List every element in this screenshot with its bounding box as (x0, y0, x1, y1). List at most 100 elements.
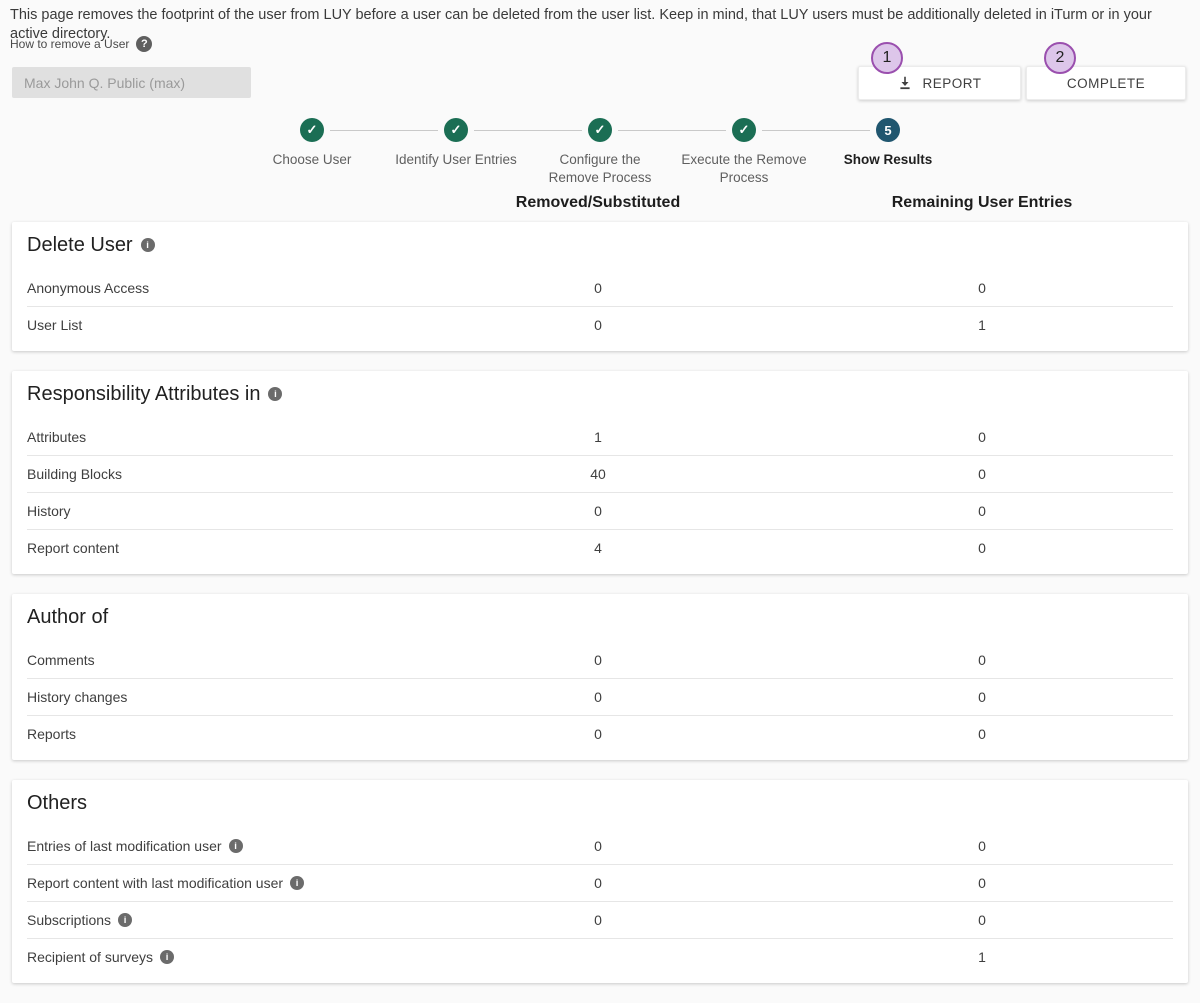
row-label: Comments (27, 652, 498, 668)
results-sections: Delete User i Anonymous Access 0 0 User … (12, 222, 1188, 1003)
result-row: Anonymous Access 0 0 (27, 270, 1173, 307)
remaining-value: 0 (882, 689, 1082, 705)
stepper-step[interactable]: ✓ Identify User Entries (384, 118, 528, 187)
stepper: ✓ Choose User ✓ Identify User Entries ✓ … (240, 118, 960, 187)
step-label: Configure the Remove Process (549, 151, 652, 187)
row-label-text: History changes (27, 689, 127, 705)
stepper-step[interactable]: ✓ Configure the Remove Process (528, 118, 672, 187)
result-row: History 0 0 (27, 493, 1173, 530)
row-label-text: Anonymous Access (27, 280, 149, 296)
result-row: Entries of last modification user i 0 0 (27, 828, 1173, 865)
row-label: Entries of last modification user i (27, 838, 498, 854)
step-state-icon: 5 (876, 118, 900, 142)
remaining-value: 0 (882, 540, 1082, 556)
step-label: Execute the Remove Process (681, 151, 806, 187)
row-label: User List (27, 317, 498, 333)
results-card: Others Entries of last modification user… (12, 780, 1188, 983)
card-title-text: Delete User (27, 234, 133, 257)
card-title: Author of (27, 604, 1173, 630)
step-state-icon: ✓ (444, 118, 468, 142)
removed-value: 0 (498, 912, 698, 928)
result-row: Reports 0 0 (27, 716, 1173, 752)
row-label: Building Blocks (27, 466, 498, 482)
download-icon (897, 75, 913, 91)
remaining-value: 0 (882, 429, 1082, 445)
row-label: Recipient of surveys i (27, 949, 498, 965)
info-icon[interactable]: i (229, 839, 243, 853)
result-row: Comments 0 0 (27, 642, 1173, 679)
step-state-icon: ✓ (732, 118, 756, 142)
selected-user-field[interactable] (12, 67, 251, 98)
row-label-text: User List (27, 317, 82, 333)
remaining-value: 0 (882, 503, 1082, 519)
card-title-text: Responsibility Attributes in (27, 383, 260, 406)
result-row: Subscriptions i 0 0 (27, 902, 1173, 939)
remaining-value: 1 (882, 317, 1082, 333)
card-rows: Comments 0 0 History changes 0 0 Reports… (27, 642, 1173, 752)
removed-value: 40 (498, 466, 698, 482)
row-label: Report content with last modification us… (27, 875, 498, 891)
result-row: Report content 4 0 (27, 530, 1173, 566)
info-icon[interactable]: i (268, 387, 282, 401)
row-label-text: Report content (27, 540, 119, 556)
card-rows: Anonymous Access 0 0 User List 0 1 (27, 270, 1173, 343)
card-title: Delete User i (27, 232, 1173, 258)
remaining-value: 0 (882, 838, 1082, 854)
results-card: Responsibility Attributes in i Attribute… (12, 371, 1188, 574)
column-header-remaining: Remaining User Entries (882, 194, 1082, 212)
info-icon[interactable]: i (160, 950, 174, 964)
annotation-badge-2: 2 (1044, 42, 1076, 74)
removed-value: 1 (498, 429, 698, 445)
stepper-step[interactable]: 5 Show Results (816, 118, 960, 187)
help-link[interactable]: How to remove a User (10, 37, 129, 51)
remaining-value: 0 (882, 912, 1082, 928)
result-row: User List 0 1 (27, 307, 1173, 343)
row-label-text: Entries of last modification user (27, 838, 222, 854)
step-label: Identify User Entries (395, 151, 517, 169)
step-label: Choose User (273, 151, 352, 169)
result-row: Building Blocks 40 0 (27, 456, 1173, 493)
row-label-text: Attributes (27, 429, 86, 445)
removed-value: 0 (498, 726, 698, 742)
result-row: Report content with last modification us… (27, 865, 1173, 902)
row-label-text: Reports (27, 726, 76, 742)
card-rows: Entries of last modification user i 0 0 … (27, 828, 1173, 975)
row-label-text: Comments (27, 652, 95, 668)
card-title-text: Others (27, 792, 87, 815)
row-label-text: Building Blocks (27, 466, 122, 482)
step-state-icon: ✓ (300, 118, 324, 142)
remaining-value: 0 (882, 726, 1082, 742)
removed-value: 0 (498, 875, 698, 891)
result-row: Attributes 1 0 (27, 419, 1173, 456)
results-column-headers: Removed/Substituted Remaining User Entri… (0, 194, 1200, 212)
removed-value: 0 (498, 503, 698, 519)
info-icon[interactable]: i (141, 238, 155, 252)
row-label-text: History (27, 503, 71, 519)
removed-value: 0 (498, 838, 698, 854)
remaining-value: 0 (882, 875, 1082, 891)
remaining-value: 0 (882, 466, 1082, 482)
remaining-value: 0 (882, 652, 1082, 668)
complete-button-label: COMPLETE (1067, 76, 1145, 91)
result-row: Recipient of surveys i 1 (27, 939, 1173, 975)
info-icon[interactable]: i (118, 913, 132, 927)
card-title: Responsibility Attributes in i (27, 381, 1173, 407)
step-state-icon: ✓ (588, 118, 612, 142)
results-card: Delete User i Anonymous Access 0 0 User … (12, 222, 1188, 351)
row-label: Reports (27, 726, 498, 742)
stepper-step[interactable]: ✓ Choose User (240, 118, 384, 187)
remaining-value: 0 (882, 280, 1082, 296)
info-icon[interactable]: i (290, 876, 304, 890)
card-title-text: Author of (27, 606, 108, 629)
result-row: History changes 0 0 (27, 679, 1173, 716)
row-label: History (27, 503, 498, 519)
intro-text: This page removes the footprint of the u… (10, 6, 1190, 44)
help-question-icon[interactable]: ? (136, 36, 152, 52)
row-label: Anonymous Access (27, 280, 498, 296)
row-label: Report content (27, 540, 498, 556)
card-title: Others (27, 790, 1173, 816)
row-label: Attributes (27, 429, 498, 445)
stepper-step[interactable]: ✓ Execute the Remove Process (672, 118, 816, 187)
step-label: Show Results (844, 151, 933, 169)
removed-value: 0 (498, 652, 698, 668)
